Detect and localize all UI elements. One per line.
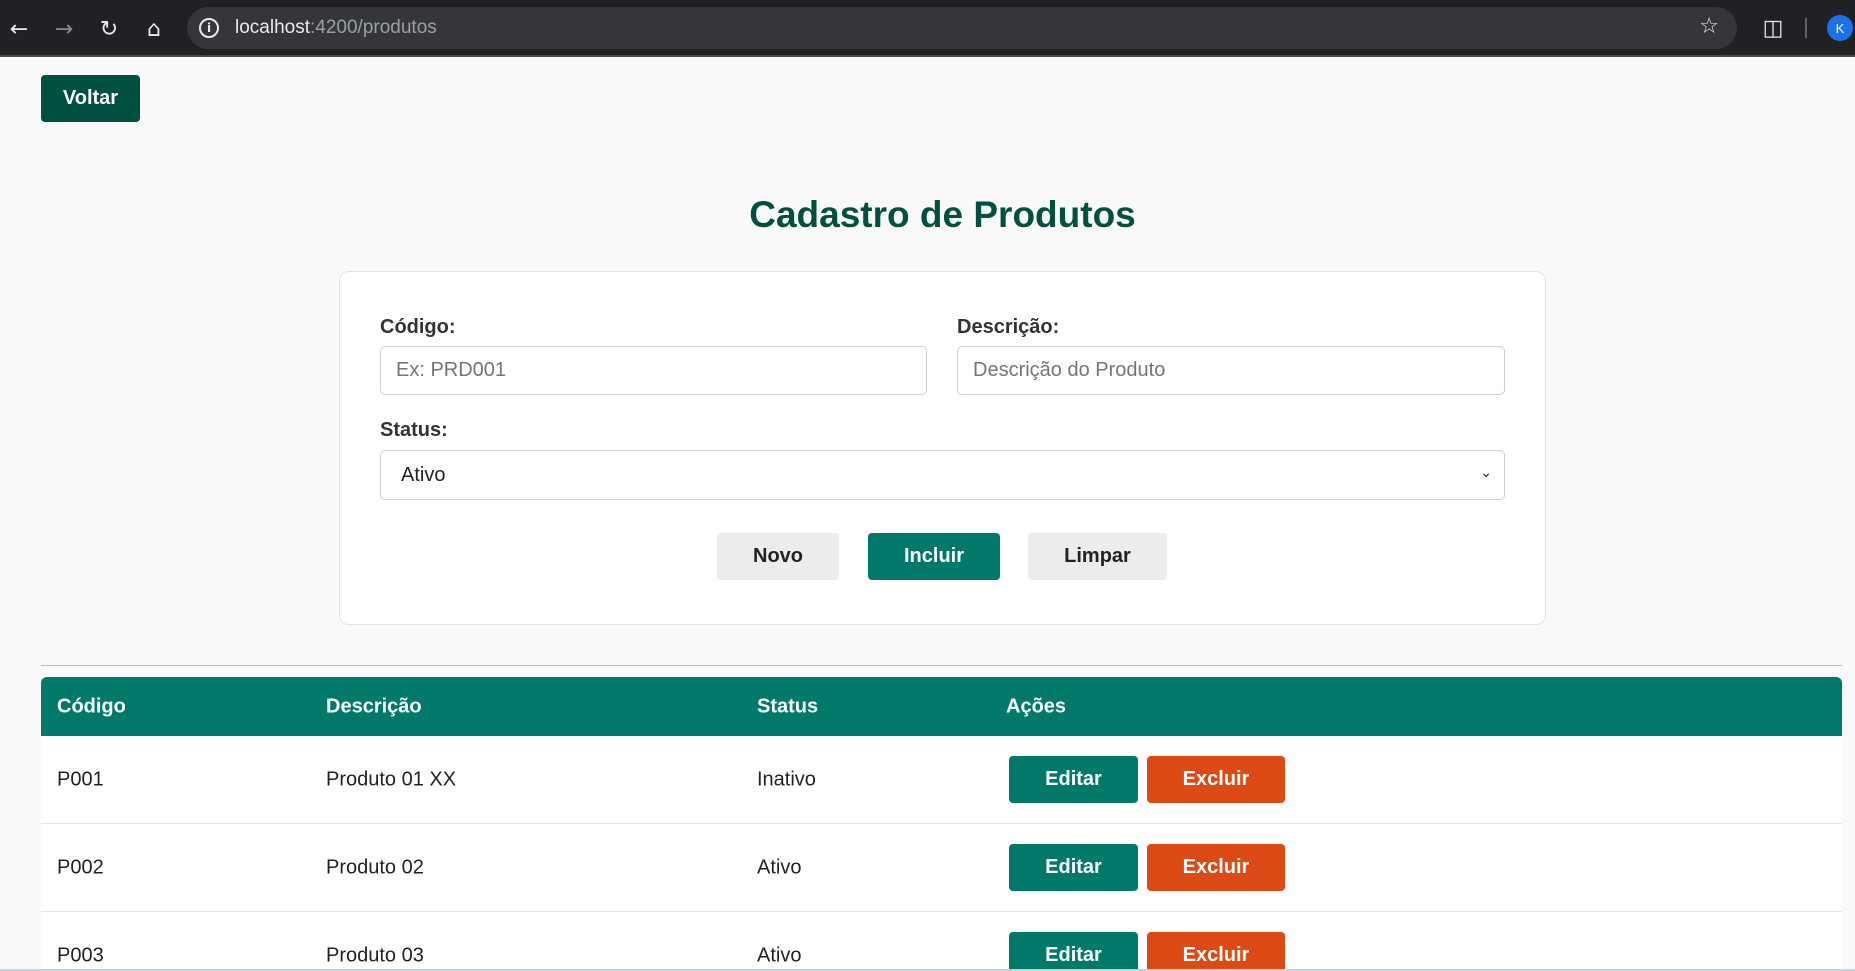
toolbar-divider [1805,18,1807,38]
star-icon[interactable]: ☆ [1699,14,1719,39]
browser-toolbar: ← → ↻ ⌂ i localhost:4200/produtos ☆ ◫ K [0,0,1855,57]
status-label: Status: [380,419,448,441]
delete-button[interactable]: Excluir [1147,844,1285,891]
forward-arrow-icon[interactable]: → [45,10,83,48]
extensions-icon[interactable]: ◫ [1757,12,1789,44]
table-row: P003 Produto 03 Ativo Editar Excluir [41,912,1842,971]
table-header: Código Descrição Status Ações [41,677,1842,736]
chevron-down-icon: ⌄ [1480,465,1492,481]
cell-codigo: P001 [57,768,104,790]
codigo-input[interactable] [380,346,927,395]
back-button[interactable]: Voltar [41,75,140,122]
page-title: Cadastro de Produtos [749,194,1136,235]
edit-button[interactable]: Editar [1009,932,1138,971]
limpar-button[interactable]: Limpar [1028,533,1167,580]
table-row: P001 Produto 01 XX Inativo Editar Exclui… [41,736,1842,824]
delete-button[interactable]: Excluir [1147,932,1285,971]
descricao-input[interactable] [957,346,1505,395]
cell-descricao: Produto 03 [326,944,424,966]
cell-status: Inativo [757,768,816,790]
product-form-card: Código: Descrição: Status: Ativo ⌄ Novo … [339,271,1546,625]
home-icon[interactable]: ⌂ [135,10,173,48]
products-table: Código Descrição Status Ações P001 Produ… [41,677,1842,971]
codigo-label: Código: [380,316,456,338]
section-divider [41,665,1842,666]
reload-icon[interactable]: ↻ [90,10,128,48]
address-bar[interactable]: i localhost:4200/produtos ☆ [187,7,1737,49]
cell-status: Ativo [757,944,802,966]
cell-descricao: Produto 02 [326,856,424,878]
profile-avatar[interactable]: K [1827,15,1853,41]
header-acoes: Ações [1006,695,1067,717]
header-status: Status [757,695,819,717]
cell-status: Ativo [757,856,802,878]
status-select-value: Ativo [401,463,446,486]
descricao-label: Descrição: [957,316,1060,338]
status-select[interactable]: Ativo ⌄ [380,450,1505,500]
table-row: P002 Produto 02 Ativo Editar Excluir [41,824,1842,912]
cell-codigo: P003 [57,944,104,966]
info-icon[interactable]: i [199,18,219,38]
novo-button[interactable]: Novo [717,533,839,580]
edit-button[interactable]: Editar [1009,844,1138,891]
url-text[interactable]: localhost:4200/produtos [235,17,437,39]
delete-button[interactable]: Excluir [1147,756,1285,803]
cell-descricao: Produto 01 XX [326,768,457,790]
incluir-button[interactable]: Incluir [868,533,1000,580]
back-arrow-icon[interactable]: ← [0,10,38,48]
header-descricao: Descrição [326,695,422,717]
edit-button[interactable]: Editar [1009,756,1138,803]
cell-codigo: P002 [57,856,104,878]
header-codigo: Código [57,695,126,717]
